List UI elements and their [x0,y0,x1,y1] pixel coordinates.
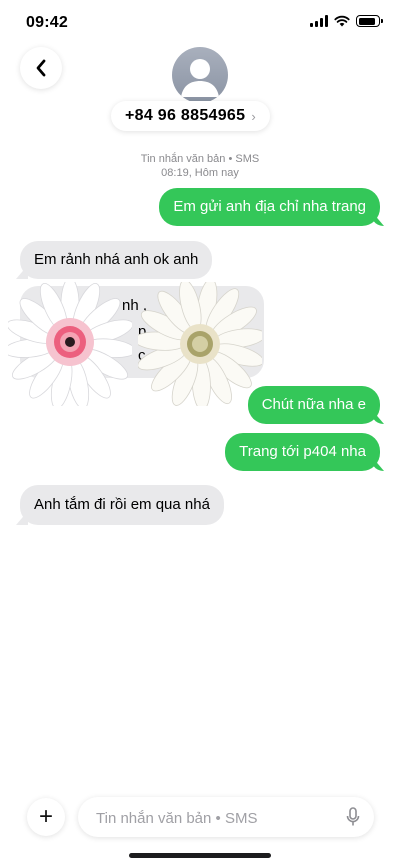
contact-name-button[interactable]: +84 96 8854965 › [111,101,270,131]
white-gerbera-flower-sticker [138,282,262,406]
plus-icon: + [38,803,53,830]
message-input-container[interactable] [78,797,374,839]
message-bubble-outgoing[interactable]: Chút nữa nha e [247,386,380,424]
wifi-icon [334,15,350,27]
back-button[interactable] [20,47,62,89]
status-icons [310,15,383,27]
status-bar: 09:42 [0,0,400,44]
message-bubble-incoming[interactable]: Em rảnh nhá anh ok anh [20,241,213,279]
signal-icon [310,15,328,27]
person-silhouette-icon [181,59,219,97]
add-attachment-button[interactable]: + [27,798,65,836]
contact-avatar[interactable] [172,47,228,103]
message-bubble-outgoing[interactable]: Em gửi anh địa chỉ nha trang [159,188,380,226]
battery-icon [356,15,383,27]
message-bubble-outgoing[interactable]: Trang tới p404 nha [225,433,380,471]
microphone-icon[interactable] [346,807,360,827]
chevron-right-icon: › [251,108,256,124]
home-indicator[interactable] [129,853,271,858]
message-input[interactable] [94,797,338,839]
pink-gerbera-flower-sticker [8,282,132,406]
conversation-timestamp: 08:19, Hôm nay [161,167,239,179]
conversation-service: Tin nhắn văn bản • SMS [140,153,260,165]
status-time: 09:42 [26,14,68,31]
contact-name: +84 96 8854965 [125,107,246,124]
chevron-left-icon [36,59,46,77]
message-bubble-incoming[interactable]: Anh tắm đi rồi em qua nhá [20,485,224,525]
